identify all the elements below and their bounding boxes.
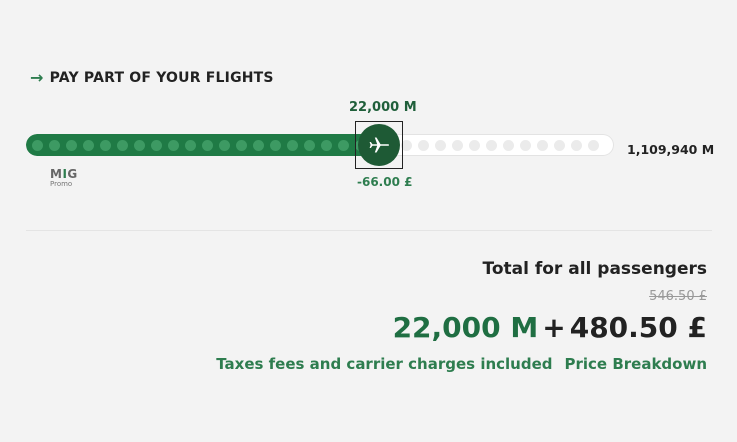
slider-dot-filled	[134, 139, 145, 151]
slider-dot-filled	[151, 139, 162, 151]
promo-sub-text: Promo	[50, 180, 73, 188]
section-heading: → PAY PART OF YOUR FLIGHTS	[30, 68, 274, 87]
old-price: 546.50 £	[649, 289, 707, 304]
slider-dot-filled	[270, 139, 281, 151]
slider-dot-empty	[520, 139, 531, 151]
promo-logo: MIG Promo	[50, 168, 78, 188]
slider-dot-filled	[253, 139, 264, 151]
miles-slider-track[interactable]	[26, 134, 614, 156]
slider-dot-filled	[236, 139, 247, 151]
slider-knob[interactable]	[358, 124, 400, 166]
slider-dot-empty	[588, 139, 599, 151]
section-title: PAY PART OF YOUR FLIGHTS	[49, 70, 274, 86]
arrow-right-icon: →	[30, 68, 44, 87]
slider-dot-filled	[185, 139, 196, 151]
slider-handle[interactable]	[355, 121, 403, 169]
price-footer: Taxes fees and carrier charges included …	[216, 355, 707, 373]
slider-dot-filled	[321, 139, 332, 151]
slider-dots-empty	[401, 134, 605, 156]
slider-dot-filled	[202, 139, 213, 151]
promo-brand-text: MIG	[50, 167, 78, 181]
airplane-icon	[369, 137, 389, 153]
slider-dot-empty	[452, 139, 463, 151]
slider-dot-filled	[100, 139, 111, 151]
slider-dot-filled	[66, 139, 77, 151]
slider-dot-empty	[537, 139, 548, 151]
selected-miles-label: 22,000 M	[349, 100, 417, 115]
slider-dot-empty	[554, 139, 565, 151]
section-divider	[26, 230, 712, 231]
slider-dot-filled	[49, 139, 60, 151]
slider-dot-filled	[168, 139, 179, 151]
slider-dot-filled	[287, 139, 298, 151]
slider-dot-empty	[486, 139, 497, 151]
slider-dot-filled	[304, 139, 315, 151]
total-cash-price: 480.50 £	[569, 311, 707, 344]
slider-dot-filled	[219, 139, 230, 151]
taxes-note: Taxes fees and carrier charges included	[216, 355, 553, 373]
slider-dot-empty	[469, 139, 480, 151]
total-miles-price: 22,000 M	[392, 311, 539, 344]
slider-dots-filled	[32, 134, 372, 156]
slider-dot-empty	[571, 139, 582, 151]
slider-dot-filled	[338, 139, 349, 151]
slider-dot-empty	[435, 139, 446, 151]
slider-dot-filled	[117, 139, 128, 151]
price-breakdown-link[interactable]: Price Breakdown	[565, 355, 708, 373]
slider-dot-empty	[503, 139, 514, 151]
slider-dot-filled	[32, 139, 43, 151]
plus-sign: +	[542, 311, 566, 344]
slider-dot-empty	[418, 139, 429, 151]
total-price: 22,000 M + 480.50 £	[393, 311, 707, 344]
total-label: Total for all passengers	[482, 259, 708, 279]
discount-amount: -66.00 £	[357, 175, 413, 189]
slider-dot-filled	[83, 139, 94, 151]
max-miles-label: 1,109,940 M	[627, 142, 715, 157]
